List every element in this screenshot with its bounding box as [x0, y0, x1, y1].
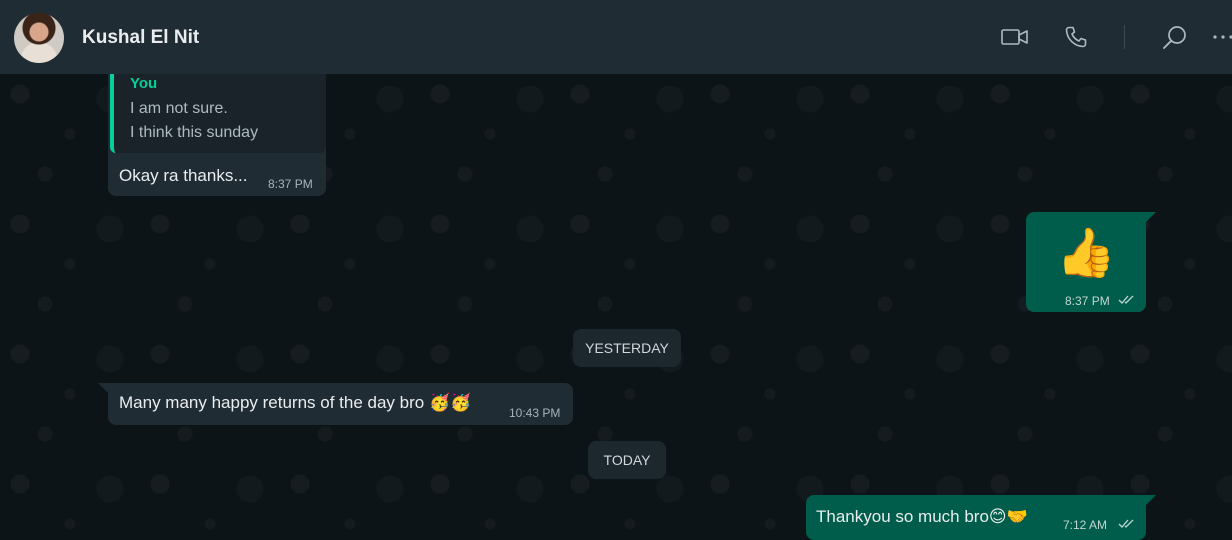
quoted-text-line: I am not sure. — [130, 100, 228, 117]
quoted-author: You — [130, 75, 158, 92]
message-text: Thankyou so much bro😊🤝 — [816, 507, 1028, 526]
search-icon[interactable] — [1162, 25, 1188, 51]
header-divider — [1124, 25, 1125, 49]
bubble-tail — [1146, 212, 1156, 222]
voice-call-icon[interactable] — [1064, 25, 1088, 49]
chat-header-overlay: Kushal El Nit — [0, 0, 1232, 74]
menu-icon[interactable] — [1212, 34, 1232, 40]
day-separator: YESTERDAY — [573, 329, 681, 367]
message-text: Okay ra thanks... — [119, 166, 248, 185]
quoted-text-line: I think this sunday — [130, 124, 259, 141]
message-time: 8:37 PM — [1065, 294, 1110, 308]
day-separator: TODAY — [588, 441, 666, 479]
message-time: 7:12 AM — [1063, 518, 1108, 532]
bubble-tail — [98, 383, 108, 393]
message-emoji: 👍 — [1056, 227, 1116, 280]
bubble-tail — [1146, 495, 1156, 505]
message-time: 10:43 PM — [509, 406, 561, 420]
message-text: Many many happy returns of the day bro 🥳… — [119, 393, 472, 412]
message-time: 8:37 PM — [268, 177, 313, 191]
video-call-icon[interactable] — [1001, 28, 1028, 46]
contact-name[interactable]: Kushal El Nit — [82, 27, 199, 49]
double-check-icon — [1118, 519, 1134, 528]
avatar[interactable] — [14, 13, 64, 63]
quoted-message[interactable]: You I am not sure. I think this sunday — [110, 66, 326, 153]
double-check-icon — [1118, 295, 1134, 304]
